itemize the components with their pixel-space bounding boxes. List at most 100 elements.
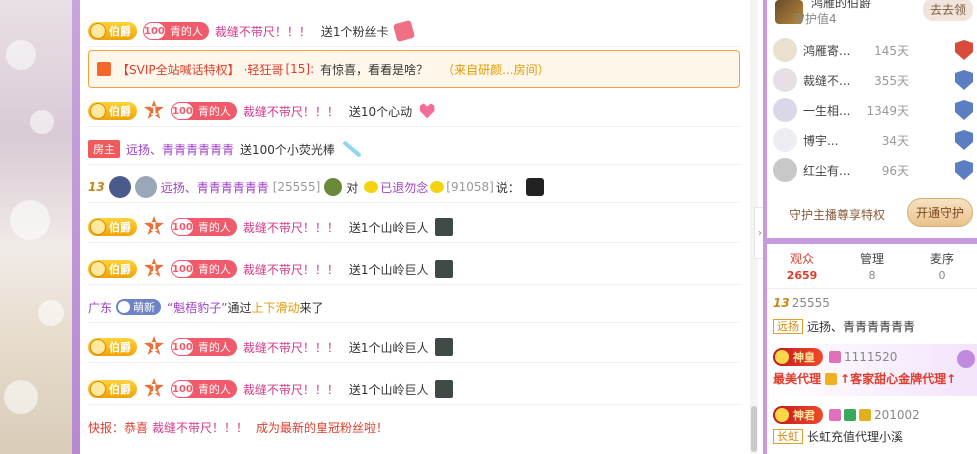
chat-message: 伯爵 1 100 青的人 裁缝不带尺！！！ 送1个山岭巨人 — [88, 254, 740, 285]
tab-audience[interactable]: 观众 2659 — [767, 246, 837, 282]
chat-scroll-thumb[interactable] — [751, 406, 757, 452]
guard-value: 守护值4 — [793, 12, 837, 26]
message-text: 送1个山岭巨人 — [348, 340, 429, 355]
noble-badge: 神皇 — [773, 348, 823, 366]
lemon-icon — [430, 181, 445, 193]
chat-panel: 伯爵 100 青的人 裁缝不带尺！！！ 送1个粉丝卡 【SVIP全站喊话特权】 ·… — [80, 0, 746, 454]
guard-list-item[interactable]: 裁缝不... 355天 — [773, 68, 973, 92]
chat-message: 房主 远扬、青青青青青青 送100个小荧光棒 — [88, 134, 740, 165]
rank-star-icon: 1 — [144, 100, 164, 119]
fan-card-icon — [392, 19, 415, 43]
mountain-giant-icon — [434, 338, 453, 356]
mountain-giant-icon — [434, 380, 453, 398]
viewer-item[interactable]: 13 25555 远扬 远扬、青青青青青青 — [767, 292, 977, 344]
rank-star-icon: 1 — [144, 258, 164, 277]
chat-message: 伯爵 100 青的人 裁缝不带尺！！！ 送1个粉丝卡 — [88, 16, 740, 47]
message-text: 送10个心动 — [348, 104, 413, 119]
noble-badge: 伯爵 — [88, 22, 137, 40]
right-panel: 鸿雁的伯爵 守护值4 去去领 鸿雁寄... 145天 裁缝不... 355天 一… — [763, 0, 977, 454]
megaphone-icon — [97, 62, 111, 76]
chat-message: 伯爵 1 100 青的人 裁缝不带尺！！！ 送1个山岭巨人 — [88, 332, 740, 363]
coin-icon — [90, 261, 106, 277]
left-rail — [72, 0, 80, 454]
user-level: 13 — [88, 180, 105, 194]
avatar — [773, 158, 797, 182]
host-tag: 房主 — [88, 140, 120, 158]
guard-shield-icon — [955, 40, 973, 60]
chat-message: 13 远扬、青青青青青青 [25555] 对 已退勿念 [91058] 说： — [88, 172, 740, 203]
avatar — [773, 128, 797, 152]
guard-list-item[interactable]: 红尘有... 96天 — [773, 158, 973, 182]
chat-message: 伯爵 1 100 青的人 裁缝不带尺！！！ 送10个心动 — [88, 96, 740, 127]
username[interactable]: 裁缝不带尺！！！ — [215, 23, 311, 40]
fan-badge: 100 青的人 — [171, 260, 237, 278]
message-text: 送100个小荧光棒 — [240, 142, 335, 157]
divider — [763, 238, 977, 244]
message-text: 送1个山岭巨人 — [348, 382, 429, 397]
guard-shield-icon — [955, 70, 973, 90]
guard-list-item[interactable]: 一生相... 1349天 — [773, 98, 973, 122]
chat-message: 伯爵 1 100 青的人 裁缝不带尺！！！ 送1个山岭巨人 — [88, 374, 740, 405]
avatar — [525, 178, 544, 196]
user-level: 13 — [773, 296, 790, 310]
fan-badge: 100 青的人 — [171, 338, 237, 356]
claim-button[interactable]: 去去领 — [923, 0, 974, 21]
avatar — [773, 68, 797, 92]
guard-privilege-row: 守护主播尊享特权 开通守护 — [767, 198, 977, 228]
tab-mic-queue[interactable]: 麦序 0 — [907, 246, 977, 282]
newbie-badge: 萌新 — [116, 299, 162, 315]
vip-icon — [829, 409, 841, 421]
target-username[interactable]: 已退勿念 — [380, 179, 428, 196]
viewer-item[interactable]: 神君 201002 长虹 长虹充值代理小溪 — [767, 402, 977, 454]
entry-message: 广东 萌新 “魁梧豹子” 通过 上下滑动 来了 — [88, 292, 740, 323]
username[interactable]: ·轻狂哥 — [244, 61, 284, 78]
coin-icon — [90, 339, 106, 355]
medal-icon — [108, 176, 131, 198]
tab-managers[interactable]: 管理 8 — [837, 246, 907, 282]
guard-list-item[interactable]: 博宇... 34天 — [773, 128, 973, 152]
viewer-item[interactable]: 神皇 1111520 最美代理 ↑客家甜心金牌代理↑ — [767, 344, 977, 396]
username[interactable]: 裁缝不带尺！！！ — [152, 419, 248, 436]
rank-star-icon: 1 — [144, 378, 164, 397]
username[interactable]: 远扬、青青青青青青 — [126, 141, 234, 158]
guard-shield-icon — [955, 160, 973, 180]
open-guard-button[interactable]: 开通守护 — [907, 198, 974, 227]
mountain-giant-icon — [434, 260, 453, 278]
guard-shield-icon — [955, 130, 973, 150]
fan-badge: 100 青的人 — [171, 102, 237, 120]
guard-header: 鸿雁的伯爵 守护值4 去去领 — [767, 0, 977, 34]
avatar — [773, 38, 797, 62]
coin-icon — [90, 103, 106, 119]
source-room-link[interactable]: （来自研颜...房间） — [442, 61, 549, 78]
newbie-icon — [118, 301, 131, 313]
fan-badge: 100 青的人 — [171, 218, 237, 236]
flash-announcement: 快报：恭喜 裁缝不带尺！！！ 成为最新的皇冠粉丝啦！ — [88, 419, 389, 436]
noble-badge: 伯爵 — [88, 260, 137, 278]
audience-tabs: 观众 2659 管理 8 麦序 0 — [767, 246, 977, 282]
fan-badge: 100 青的人 — [171, 380, 237, 398]
username[interactable]: 裁缝不带尺！！！ — [243, 103, 339, 120]
fan-badge: 100 青的人 — [143, 22, 209, 40]
guard-list-item[interactable]: 鸿雁寄... 145天 — [773, 38, 973, 62]
username[interactable]: 裁缝不带尺！！！ — [243, 381, 339, 398]
username[interactable]: “魁梧豹子” — [167, 299, 227, 316]
rank-star-icon: 1 — [144, 216, 164, 235]
username[interactable]: 裁缝不带尺！！！ — [243, 261, 339, 278]
chevron-right-icon: › — [758, 227, 762, 239]
noble-icon — [775, 350, 789, 364]
noble-badge: 伯爵 — [88, 338, 137, 356]
username[interactable]: 裁缝不带尺！！！ — [243, 339, 339, 356]
noble-badge: 伯爵 — [88, 102, 137, 120]
lemon-icon — [364, 181, 379, 193]
glow-stick-icon — [342, 140, 362, 158]
username[interactable]: 裁缝不带尺！！！ — [243, 219, 339, 236]
noble-badge: 伯爵 — [88, 380, 137, 398]
band-tag: 长虹 — [773, 429, 803, 444]
band-tag: 远扬 — [773, 319, 803, 334]
chat-message: 伯爵 1 100 青的人 裁缝不带尺！！！ 送1个山岭巨人 — [88, 212, 740, 243]
username[interactable]: 远扬、青青青青青青 — [161, 179, 269, 196]
heart-gift-icon — [419, 103, 435, 119]
coin-icon — [90, 381, 106, 397]
vip-icon — [829, 351, 841, 363]
coin-icon — [90, 23, 106, 39]
